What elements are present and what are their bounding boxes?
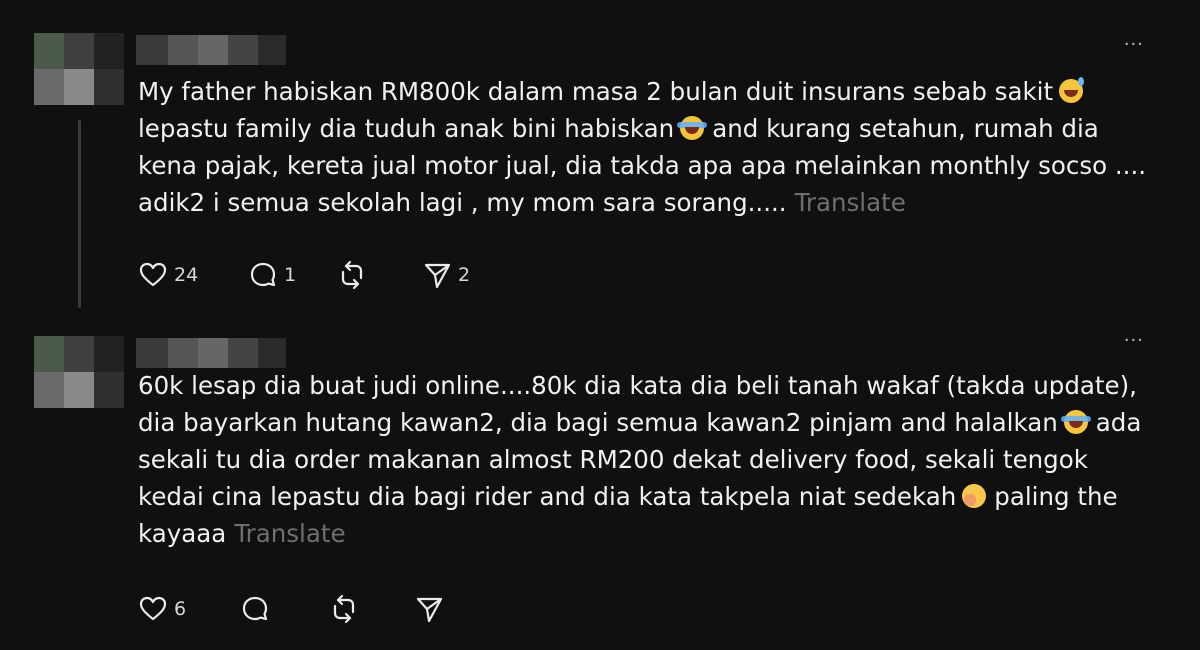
post-actions: 24 1 2 <box>138 258 502 292</box>
repost-icon <box>328 593 360 625</box>
username[interactable] <box>136 338 286 368</box>
grinning-sweat-emoji <box>1059 77 1085 103</box>
tears-of-joy-emoji <box>677 116 708 140</box>
like-button[interactable]: 6 <box>138 592 210 626</box>
repost-icon <box>336 259 368 291</box>
share-count: 2 <box>458 264 471 286</box>
translate-link[interactable]: Translate <box>234 519 345 548</box>
tears-of-joy-emoji <box>1060 410 1091 434</box>
more-options-button[interactable]: ··· <box>1124 34 1144 55</box>
more-options-button[interactable]: ··· <box>1124 330 1144 351</box>
comment-button[interactable] <box>240 592 328 626</box>
avatar[interactable] <box>34 336 124 408</box>
post-body-text: 60k lesap dia buat judi online....80k di… <box>138 367 1158 552</box>
thread-connector-line <box>78 120 81 308</box>
post-text-part-1: 60k lesap dia buat judi online....80k di… <box>138 371 1137 437</box>
send-icon <box>414 594 444 624</box>
like-button[interactable]: 24 <box>138 258 224 292</box>
heart-icon <box>138 594 168 624</box>
share-button[interactable]: 2 <box>422 258 502 292</box>
post-text-part-2: lepastu family dia tuduh anak bini habis… <box>138 114 675 143</box>
like-count: 6 <box>174 598 187 620</box>
translate-link[interactable]: Translate <box>795 188 906 217</box>
post-body-text: My father habiskan RM800k dalam masa 2 b… <box>138 73 1158 221</box>
comment-count: 1 <box>284 264 297 286</box>
heart-icon <box>138 260 168 290</box>
hand-over-mouth-emoji <box>962 484 987 508</box>
threads-screenshot: ··· My father habiskan RM800k dalam masa… <box>0 0 1200 650</box>
share-button[interactable] <box>414 592 474 626</box>
repost-button[interactable] <box>336 258 422 292</box>
comment-bubble-icon <box>240 594 270 624</box>
like-count: 24 <box>174 264 199 286</box>
post-text-part-1: My father habiskan RM800k dalam masa 2 b… <box>138 77 1054 106</box>
repost-button[interactable] <box>328 592 414 626</box>
username[interactable] <box>136 35 286 65</box>
comment-button[interactable]: 1 <box>248 258 336 292</box>
comment-bubble-icon <box>248 260 278 290</box>
avatar[interactable] <box>34 33 124 105</box>
send-icon <box>422 260 452 290</box>
post-actions: 6 <box>138 592 474 626</box>
